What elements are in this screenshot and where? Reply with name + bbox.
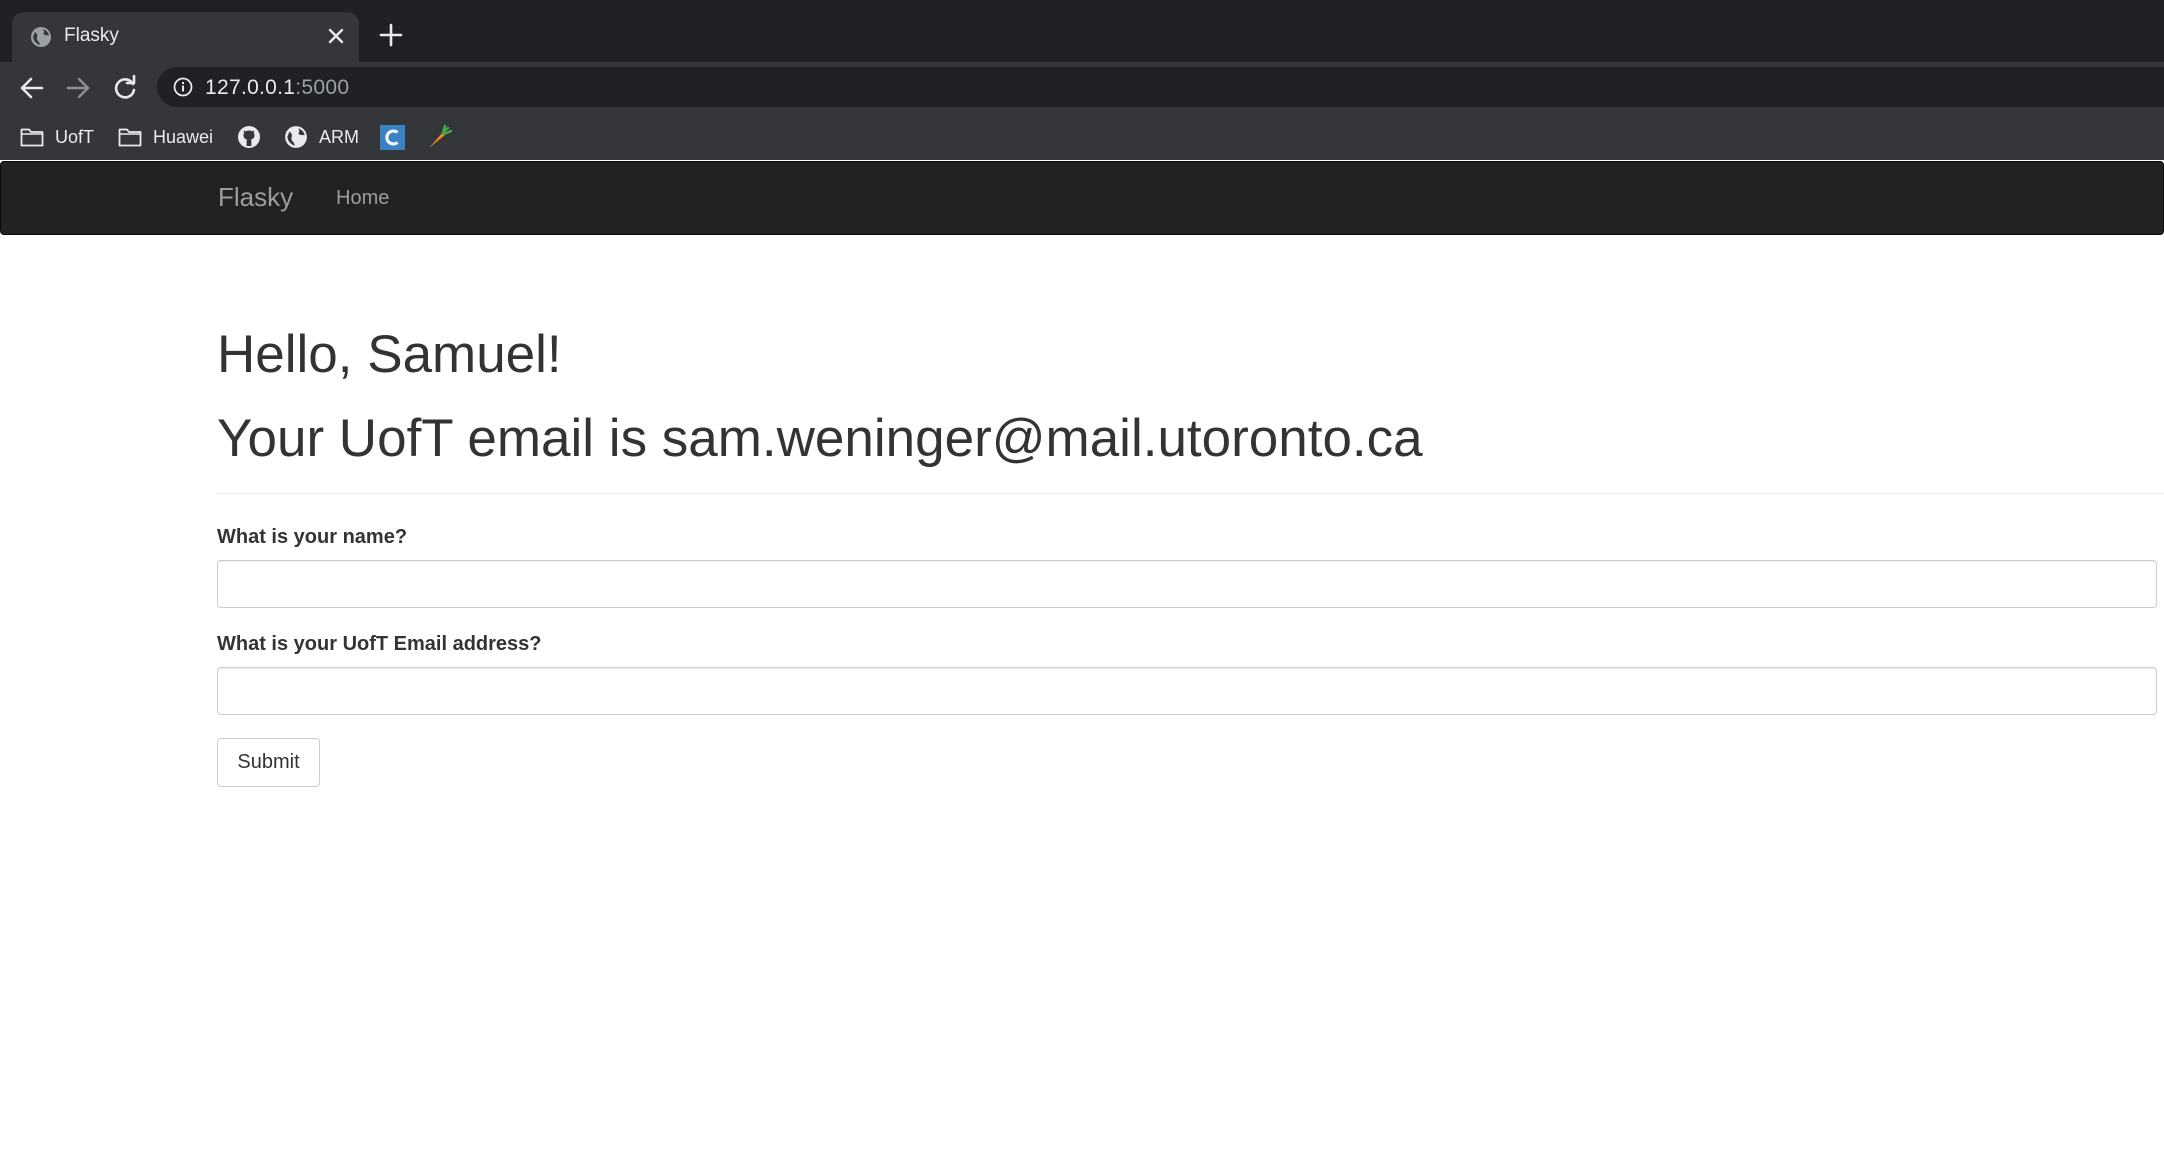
bookmark-carrot[interactable] (426, 122, 452, 152)
info-icon[interactable] (173, 77, 193, 97)
bookmark-uoft[interactable]: UofT (20, 122, 94, 152)
close-icon[interactable] (326, 26, 346, 46)
bookmark-github[interactable] (237, 122, 261, 152)
globe-icon (31, 27, 51, 47)
back-arrow-icon[interactable] (18, 74, 46, 102)
url-text: 127.0.0.1:5000 (205, 76, 349, 100)
bookmarks-bar: UofT Huawei ARM (0, 114, 2164, 160)
globe-icon (285, 126, 307, 148)
browser-toolbar: 127.0.0.1:5000 (0, 62, 2164, 114)
name-input[interactable] (217, 560, 2157, 608)
greeting-heading: Hello, Samuel! (217, 325, 562, 384)
site-navbar: Flasky Home (0, 161, 2164, 235)
bookmark-arm[interactable]: ARM (284, 122, 359, 152)
new-tab-plus-icon[interactable] (378, 22, 404, 48)
address-bar[interactable]: 127.0.0.1:5000 (157, 67, 2164, 107)
divider (217, 493, 2164, 494)
bookmark-label: UofT (55, 126, 95, 147)
carrot-icon (429, 124, 452, 148)
reload-icon[interactable] (111, 74, 139, 102)
bookmark-label: ARM (319, 126, 359, 147)
nav-link-home[interactable]: Home (336, 187, 389, 210)
folder-icon (118, 128, 142, 147)
bookmark-label: Huawei (153, 126, 214, 147)
bookmark-c-app[interactable] (380, 122, 405, 152)
github-icon (238, 126, 260, 148)
forward-arrow-icon[interactable] (64, 74, 92, 102)
url-port: :5000 (295, 76, 350, 99)
folder-icon (20, 128, 44, 147)
submit-button[interactable]: Submit (217, 738, 320, 787)
email-heading: Your UofT email is sam.weninger@mail.uto… (217, 409, 1423, 468)
tab-title: Flasky (64, 25, 119, 46)
navbar-brand[interactable]: Flasky (218, 182, 293, 213)
email-label: What is your UofT Email address? (217, 633, 542, 655)
bookmark-huawei[interactable]: Huawei (118, 122, 213, 152)
name-label: What is your name? (217, 526, 408, 548)
email-input[interactable] (217, 667, 2157, 715)
browser-tab[interactable]: Flasky (12, 12, 359, 62)
c-app-icon (380, 124, 405, 150)
url-host: 127.0.0.1 (205, 76, 296, 99)
browser-tabstrip: Flasky (0, 0, 2164, 62)
